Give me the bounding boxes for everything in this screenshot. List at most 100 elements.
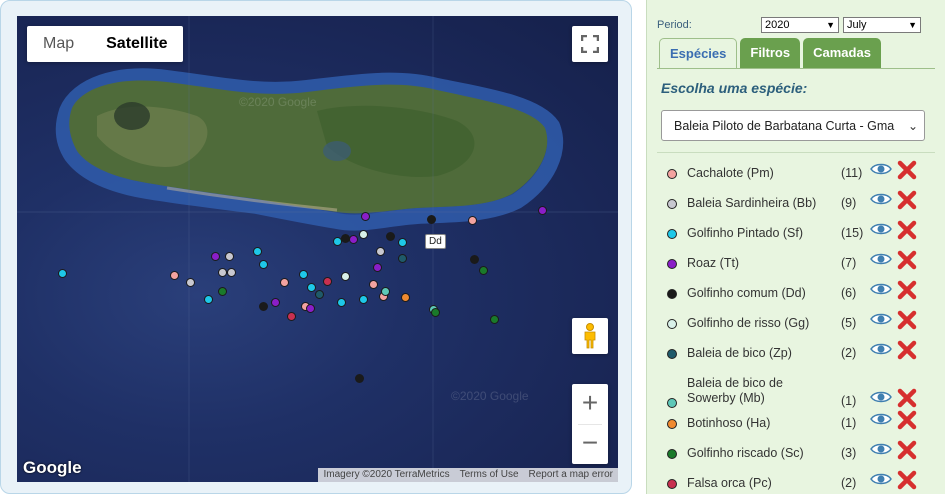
street-view-pegman[interactable] [572,318,608,354]
sighting-marker[interactable] [259,302,268,311]
sighting-marker[interactable] [361,212,370,221]
satellite-map[interactable]: ©2020 Google ©2020 Google Map Satellite … [17,16,618,482]
report-map-error-link[interactable]: Report a map error [524,468,618,482]
sighting-marker[interactable] [58,269,67,278]
sighting-marker[interactable] [259,260,268,269]
sighting-marker[interactable] [186,278,195,287]
sighting-marker[interactable] [170,271,179,280]
species-item[interactable]: Cachalote (Pm) (11) [667,160,927,190]
eye-icon[interactable] [870,411,892,432]
sighting-marker[interactable] [315,290,324,299]
eye-icon[interactable] [870,161,892,182]
year-select[interactable]: 2020 ▼ [761,17,839,33]
tab-camadas[interactable]: Camadas [803,38,881,68]
species-select[interactable]: Baleia Piloto de Barbatana Curta - Gma ⌄ [661,110,925,141]
sighting-marker[interactable] [280,278,289,287]
sighting-marker[interactable] [468,216,477,225]
sighting-marker[interactable] [341,272,350,281]
sighting-marker[interactable] [490,315,499,324]
sighting-marker[interactable] [323,277,332,286]
fullscreen-button[interactable] [572,26,608,62]
close-icon[interactable] [897,340,917,365]
eye-icon[interactable] [870,221,892,242]
close-icon[interactable] [897,160,917,185]
sighting-marker[interactable] [381,287,390,296]
sighting-marker[interactable] [211,252,220,261]
sighting-marker[interactable] [307,283,316,292]
terms-of-use-link[interactable]: Terms of Use [455,468,524,482]
close-icon[interactable] [897,250,917,275]
species-item[interactable]: Roaz (Tt) (7) [667,250,927,280]
species-item[interactable]: Baleia de bico de Sowerby (Mb) (1) [667,370,927,410]
eye-icon[interactable] [870,251,892,272]
sighting-marker[interactable] [431,308,440,317]
map-type-satellite-button[interactable]: Satellite [90,26,183,62]
sighting-marker[interactable] [349,235,358,244]
close-icon[interactable] [897,220,917,245]
tab-filtros[interactable]: Filtros [740,38,801,68]
species-count: (2) [841,346,857,360]
sighting-marker[interactable] [398,238,407,247]
close-icon[interactable] [897,410,917,435]
sighting-marker[interactable] [401,293,410,302]
species-item[interactable]: Baleia Sardinheira (Bb) (9) [667,190,927,220]
chevron-down-icon: ▼ [908,20,917,30]
sighting-marker[interactable] [299,270,308,279]
close-icon[interactable] [897,470,917,494]
eye-icon[interactable] [870,311,892,332]
sighting-marker[interactable] [538,206,547,215]
species-item[interactable]: Golfinho Pintado (Sf) (15) [667,220,927,250]
close-icon[interactable] [897,310,917,335]
eye-icon[interactable] [870,441,892,462]
species-color-swatch [667,289,677,299]
sighting-marker[interactable] [253,247,262,256]
sighting-marker[interactable] [355,374,364,383]
sighting-marker[interactable] [386,232,395,241]
sighting-marker[interactable] [204,295,213,304]
eye-icon[interactable] [870,471,892,492]
sighting-marker[interactable] [306,304,315,313]
sighting-marker[interactable] [218,287,227,296]
species-item[interactable]: Baleia de bico (Zp) (2) [667,340,927,370]
species-count: (1) [841,416,857,430]
eye-icon[interactable] [870,341,892,362]
sighting-marker[interactable] [287,312,296,321]
species-item[interactable]: Falsa orca (Pc) (2) [667,470,927,494]
tab-especies[interactable]: Espécies [659,38,738,68]
eye-icon[interactable] [870,191,892,212]
sighting-marker[interactable] [373,263,382,272]
species-name: Golfinho Pintado (Sf) [687,226,804,240]
sighting-marker[interactable] [225,252,234,261]
sighting-marker[interactable] [479,266,488,275]
chevron-down-icon: ▼ [826,20,835,30]
sighting-marker[interactable] [337,298,346,307]
sighting-marker[interactable] [369,280,378,289]
sighting-marker[interactable] [359,230,368,239]
sighting-marker[interactable] [470,255,479,264]
chevron-down-icon: ⌄ [907,119,918,133]
sighting-marker[interactable] [359,295,368,304]
eye-icon[interactable] [870,281,892,302]
species-name: Golfinho riscado (Sc) [687,446,804,460]
species-item[interactable]: Golfinho riscado (Sc) (3) [667,440,927,470]
map-type-map-button[interactable]: Map [27,26,90,62]
species-item[interactable]: Golfinho de risso (Gg) (5) [667,310,927,340]
sighting-marker[interactable] [271,298,280,307]
sighting-marker[interactable] [218,268,227,277]
map-imagery: ©2020 Google ©2020 Google [17,16,618,482]
species-item[interactable]: Golfinho comum (Dd) (6) [667,280,927,310]
sighting-marker[interactable] [376,247,385,256]
close-icon[interactable] [897,440,917,465]
close-icon[interactable] [897,190,917,215]
species-item[interactable]: Botinhoso (Ha) (1) [667,410,927,440]
close-icon[interactable] [897,280,917,305]
sighting-marker[interactable] [398,254,407,263]
zoom-in-button[interactable]: + [572,384,608,424]
map-attribution: Imagery ©2020 TerraMetrics Terms of Use … [318,468,618,482]
sighting-marker[interactable] [227,268,236,277]
species-count: (1) [841,394,857,408]
eye-icon[interactable] [870,389,892,410]
month-select[interactable]: July ▼ [843,17,921,33]
sighting-marker[interactable] [427,215,436,224]
zoom-out-button[interactable]: − [572,424,608,464]
